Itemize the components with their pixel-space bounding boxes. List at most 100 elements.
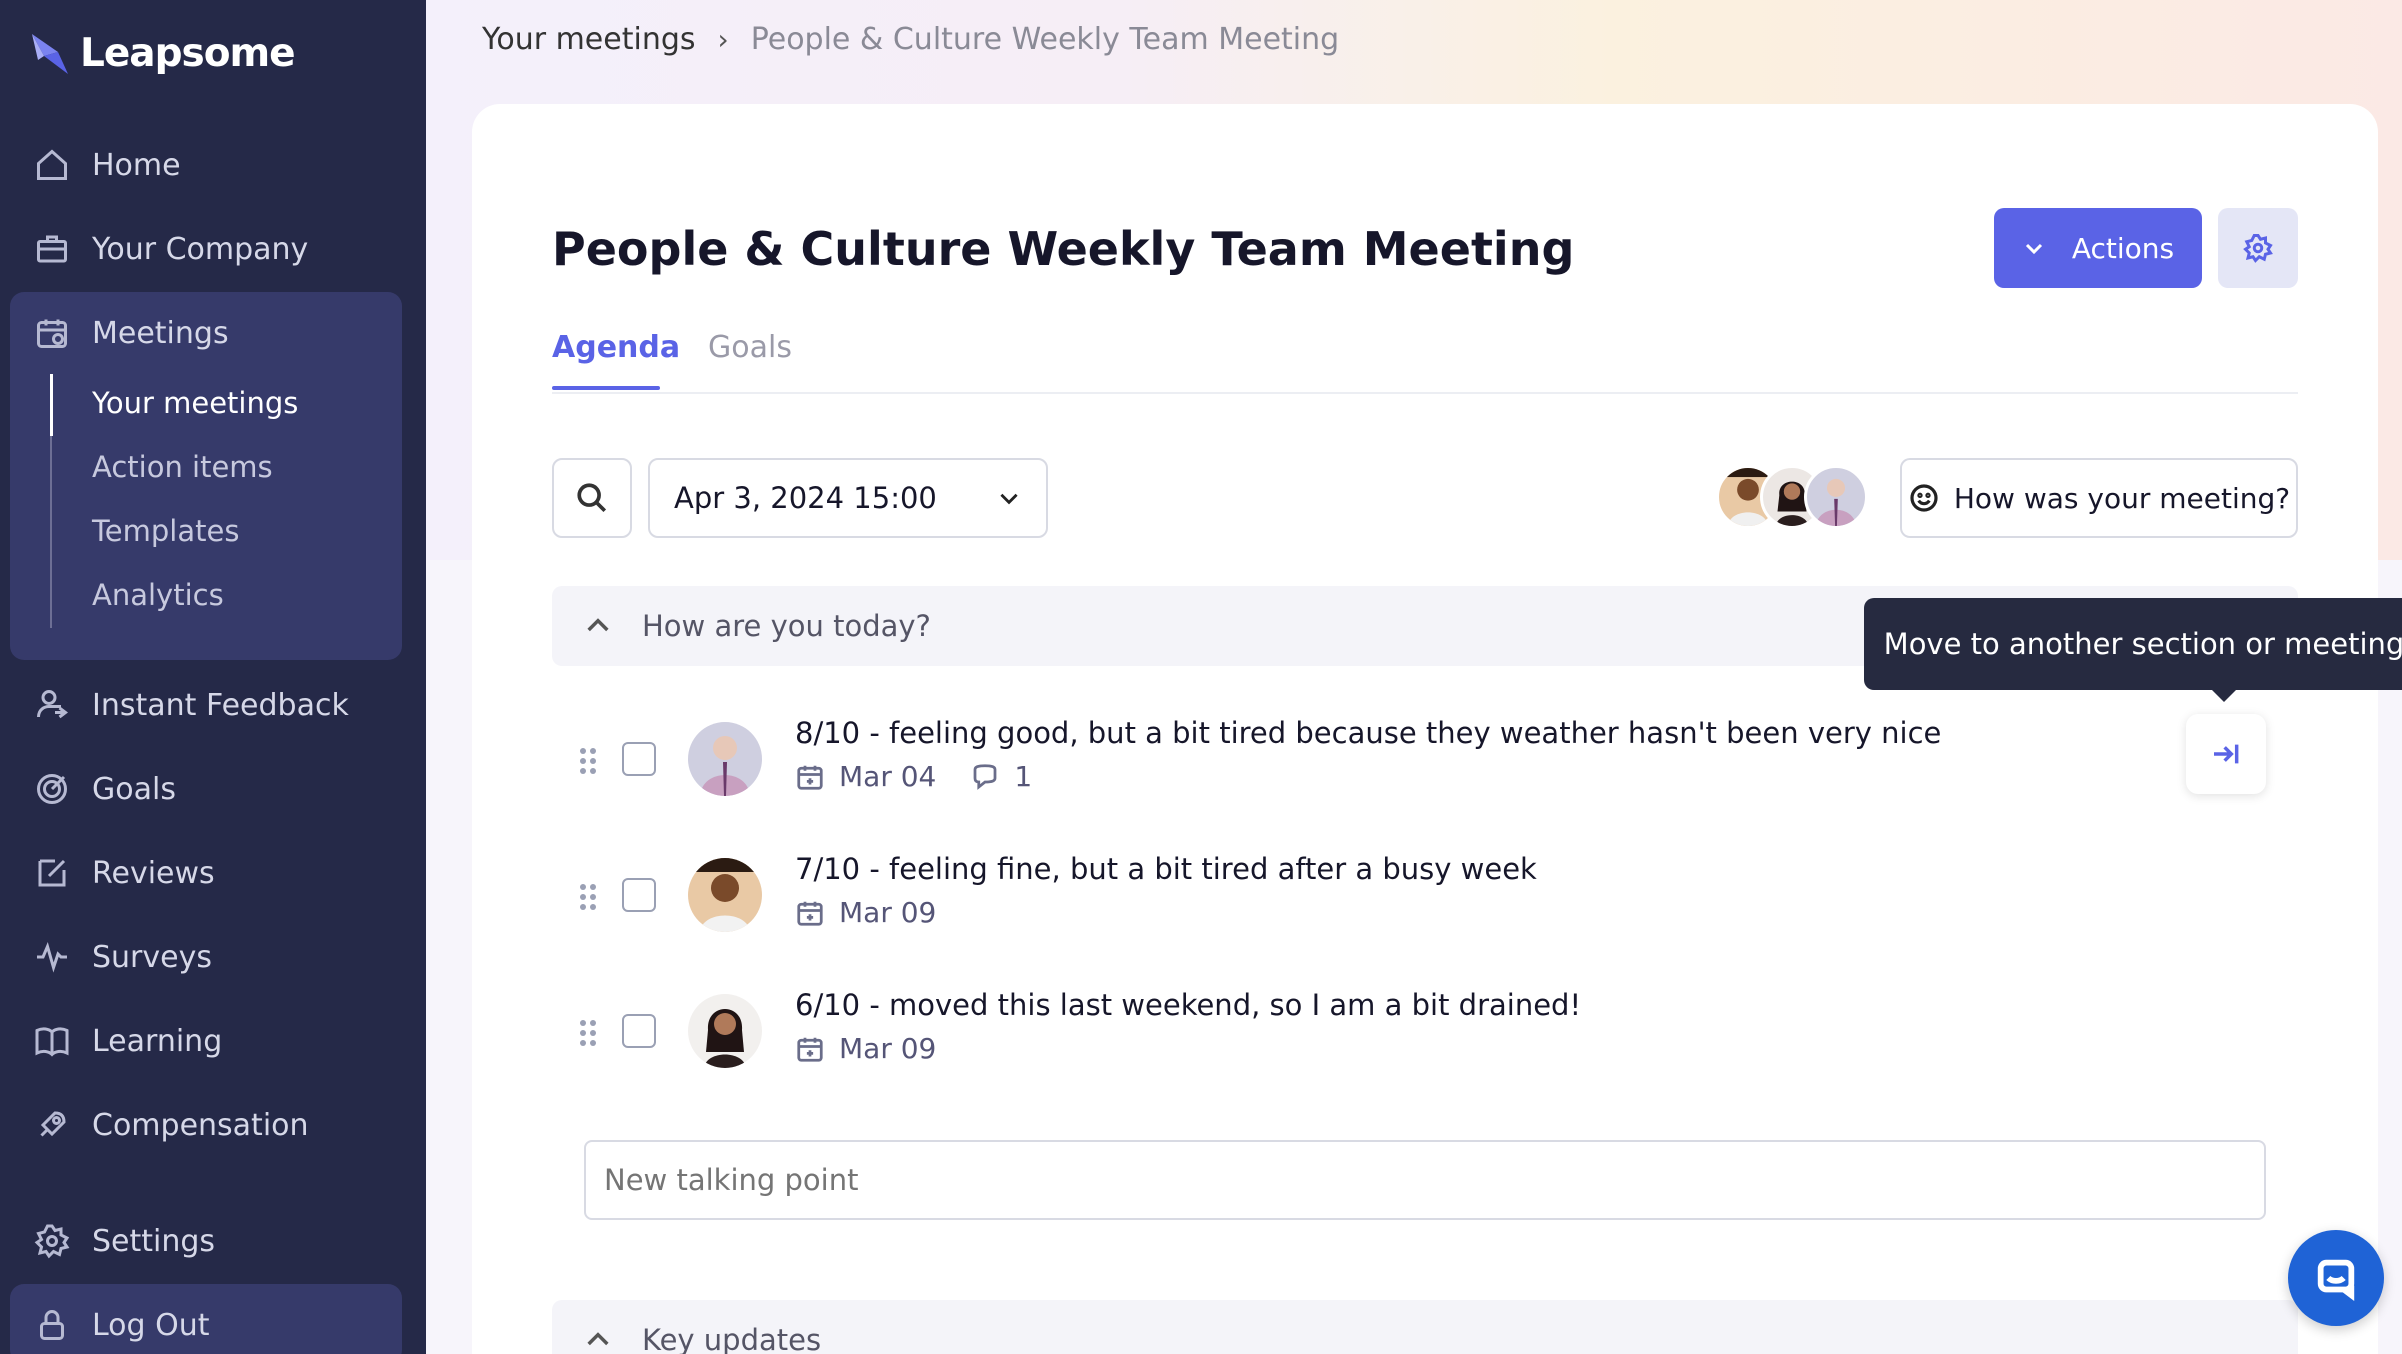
chevron-down-icon	[2025, 243, 2042, 255]
sidebar-item-label: Reviews	[92, 855, 215, 891]
sidebar-item-settings[interactable]: Settings	[34, 1216, 215, 1266]
section-header[interactable]: Key updates	[552, 1300, 2298, 1354]
chat-launcher-button[interactable]	[2288, 1230, 2384, 1326]
tab-agenda[interactable]: Agenda	[552, 330, 680, 365]
drag-handle-icon[interactable]	[580, 1020, 600, 1050]
sidebar-item-label: Log Out	[92, 1307, 210, 1343]
calendar-plus-icon	[797, 1037, 823, 1062]
sidebar-item-label: Instant Feedback	[92, 687, 349, 723]
talking-point-date: Mar 04	[839, 760, 937, 793]
sidebar-item-reviews[interactable]: Reviews	[34, 848, 215, 898]
tooltip-text: Move to another section or meeting	[1883, 627, 2402, 661]
avatar	[688, 994, 762, 1068]
logo[interactable]: Leapsome	[30, 30, 296, 76]
talking-point-date: Mar 09	[839, 896, 937, 929]
talking-point-meta: Mar 09	[795, 1032, 936, 1065]
lock-icon	[40, 1310, 64, 1340]
move-talking-point-button[interactable]	[2186, 714, 2266, 794]
chevron-up-icon	[587, 1332, 609, 1346]
tab-goals[interactable]: Goals	[708, 330, 792, 365]
drag-handle-icon[interactable]	[580, 748, 600, 778]
tooltip-arrow	[2210, 688, 2238, 702]
sidebar-item-label: Meetings	[92, 315, 229, 351]
meeting-feedback-button[interactable]: How was your meeting?	[1900, 458, 2298, 538]
talking-point-meta: Mar 09	[795, 896, 936, 929]
sidebar-item-label: Surveys	[92, 939, 212, 975]
comment-count: 1	[1014, 760, 1033, 793]
sidebar-item-your-company[interactable]: Your Company	[34, 224, 308, 274]
logo-text: Leapsome	[80, 30, 296, 76]
talking-point-checkbox[interactable]	[622, 742, 656, 776]
edit-icon	[38, 859, 66, 887]
page-title: People & Culture Weekly Team Meeting	[552, 222, 1575, 276]
book-icon	[35, 1027, 69, 1057]
meeting-date-select[interactable]: Apr 3, 2024 15:00	[648, 458, 1048, 538]
talking-point: 7/10 - feeling fine, but a bit tired aft…	[580, 852, 2280, 958]
sidebar-subitem-templates[interactable]: Templates	[92, 514, 239, 548]
sidebar-subitem-analytics[interactable]: Analytics	[92, 578, 224, 612]
sidebar-item-meetings[interactable]: Meetings	[34, 308, 229, 358]
arrow-right-to-line-icon	[2214, 744, 2239, 764]
sidebar-item-compensation[interactable]: Compensation	[34, 1100, 309, 1150]
sidebar-item-label: Home	[92, 147, 181, 183]
meeting-settings-button[interactable]	[2218, 208, 2298, 288]
breadcrumb: Your meetings › People & Culture Weekly …	[482, 22, 1339, 57]
avatar	[688, 858, 762, 932]
move-tooltip: Move to another section or meeting	[1864, 598, 2402, 690]
talking-point-checkbox[interactable]	[622, 878, 656, 912]
new-talking-point-input[interactable]	[584, 1140, 2266, 1220]
talking-point-date: Mar 09	[839, 1032, 937, 1065]
submenu-active-indicator	[50, 374, 53, 436]
target-icon	[37, 774, 67, 804]
participant-avatars[interactable]	[1716, 465, 1868, 529]
meeting-feedback-label: How was your meeting?	[1953, 481, 2291, 515]
talking-point-text[interactable]: 6/10 - moved this last weekend, so I am …	[795, 988, 1581, 1022]
breadcrumb-parent-link[interactable]: Your meetings	[482, 22, 696, 57]
tabs: Agenda Goals	[552, 330, 2298, 394]
section-title: Key updates	[642, 1323, 822, 1354]
comments-indicator[interactable]: 1	[970, 760, 1032, 793]
talking-point: 6/10 - moved this last weekend, so I am …	[580, 988, 2280, 1094]
sidebar-item-label: Goals	[92, 771, 176, 807]
sidebar: Leapsome Home Your Company Meetings Your…	[0, 0, 426, 1354]
sidebar-item-learning[interactable]: Learning	[34, 1016, 222, 1066]
feedback-icon	[37, 690, 68, 719]
search-icon	[577, 483, 607, 513]
gear-icon	[2243, 234, 2273, 263]
sidebar-item-log-out[interactable]: Log Out	[34, 1300, 210, 1350]
meeting-date-value: Apr 3, 2024 15:00	[674, 481, 937, 515]
gear-icon	[34, 1224, 70, 1259]
comment-icon	[973, 763, 997, 790]
actions-button[interactable]: Actions	[1994, 208, 2202, 288]
section-title: How are you today?	[642, 609, 931, 643]
active-tab-indicator	[552, 386, 660, 390]
sidebar-item-surveys[interactable]: Surveys	[34, 932, 212, 982]
sidebar-item-goals[interactable]: Goals	[34, 764, 176, 814]
sidebar-item-label: Compensation	[92, 1107, 309, 1143]
talking-point-text[interactable]: 8/10 - feeling good, but a bit tired bec…	[795, 716, 1941, 750]
drag-handle-icon[interactable]	[580, 884, 600, 914]
talking-point-checkbox[interactable]	[622, 1014, 656, 1048]
sidebar-item-label: Settings	[92, 1223, 216, 1259]
calendar-plus-icon	[797, 901, 823, 926]
actions-button-label: Actions	[2071, 231, 2175, 265]
home-icon	[37, 149, 67, 180]
briefcase-icon	[37, 235, 67, 263]
sidebar-item-label: Your Company	[92, 231, 309, 267]
pulse-icon	[37, 942, 67, 973]
avatar	[688, 722, 762, 796]
breadcrumb-separator: ›	[717, 23, 729, 56]
chevron-up-icon	[587, 618, 609, 632]
sidebar-subitem-your-meetings[interactable]: Your meetings	[92, 386, 298, 420]
sidebar-subitem-action-items[interactable]: Action items	[92, 450, 273, 484]
chat-icon	[2317, 1259, 2355, 1301]
calendar-plus-icon	[797, 765, 823, 790]
search-button[interactable]	[552, 458, 632, 538]
calendar-icon	[37, 319, 67, 348]
talking-point-meta: Mar 04 1	[795, 760, 1032, 793]
chevron-down-icon	[1000, 493, 1018, 505]
sidebar-item-home[interactable]: Home	[34, 140, 181, 190]
sidebar-item-label: Learning	[92, 1023, 223, 1059]
talking-point-text[interactable]: 7/10 - feeling fine, but a bit tired aft…	[795, 852, 1537, 886]
sidebar-item-instant-feedback[interactable]: Instant Feedback	[34, 680, 349, 730]
